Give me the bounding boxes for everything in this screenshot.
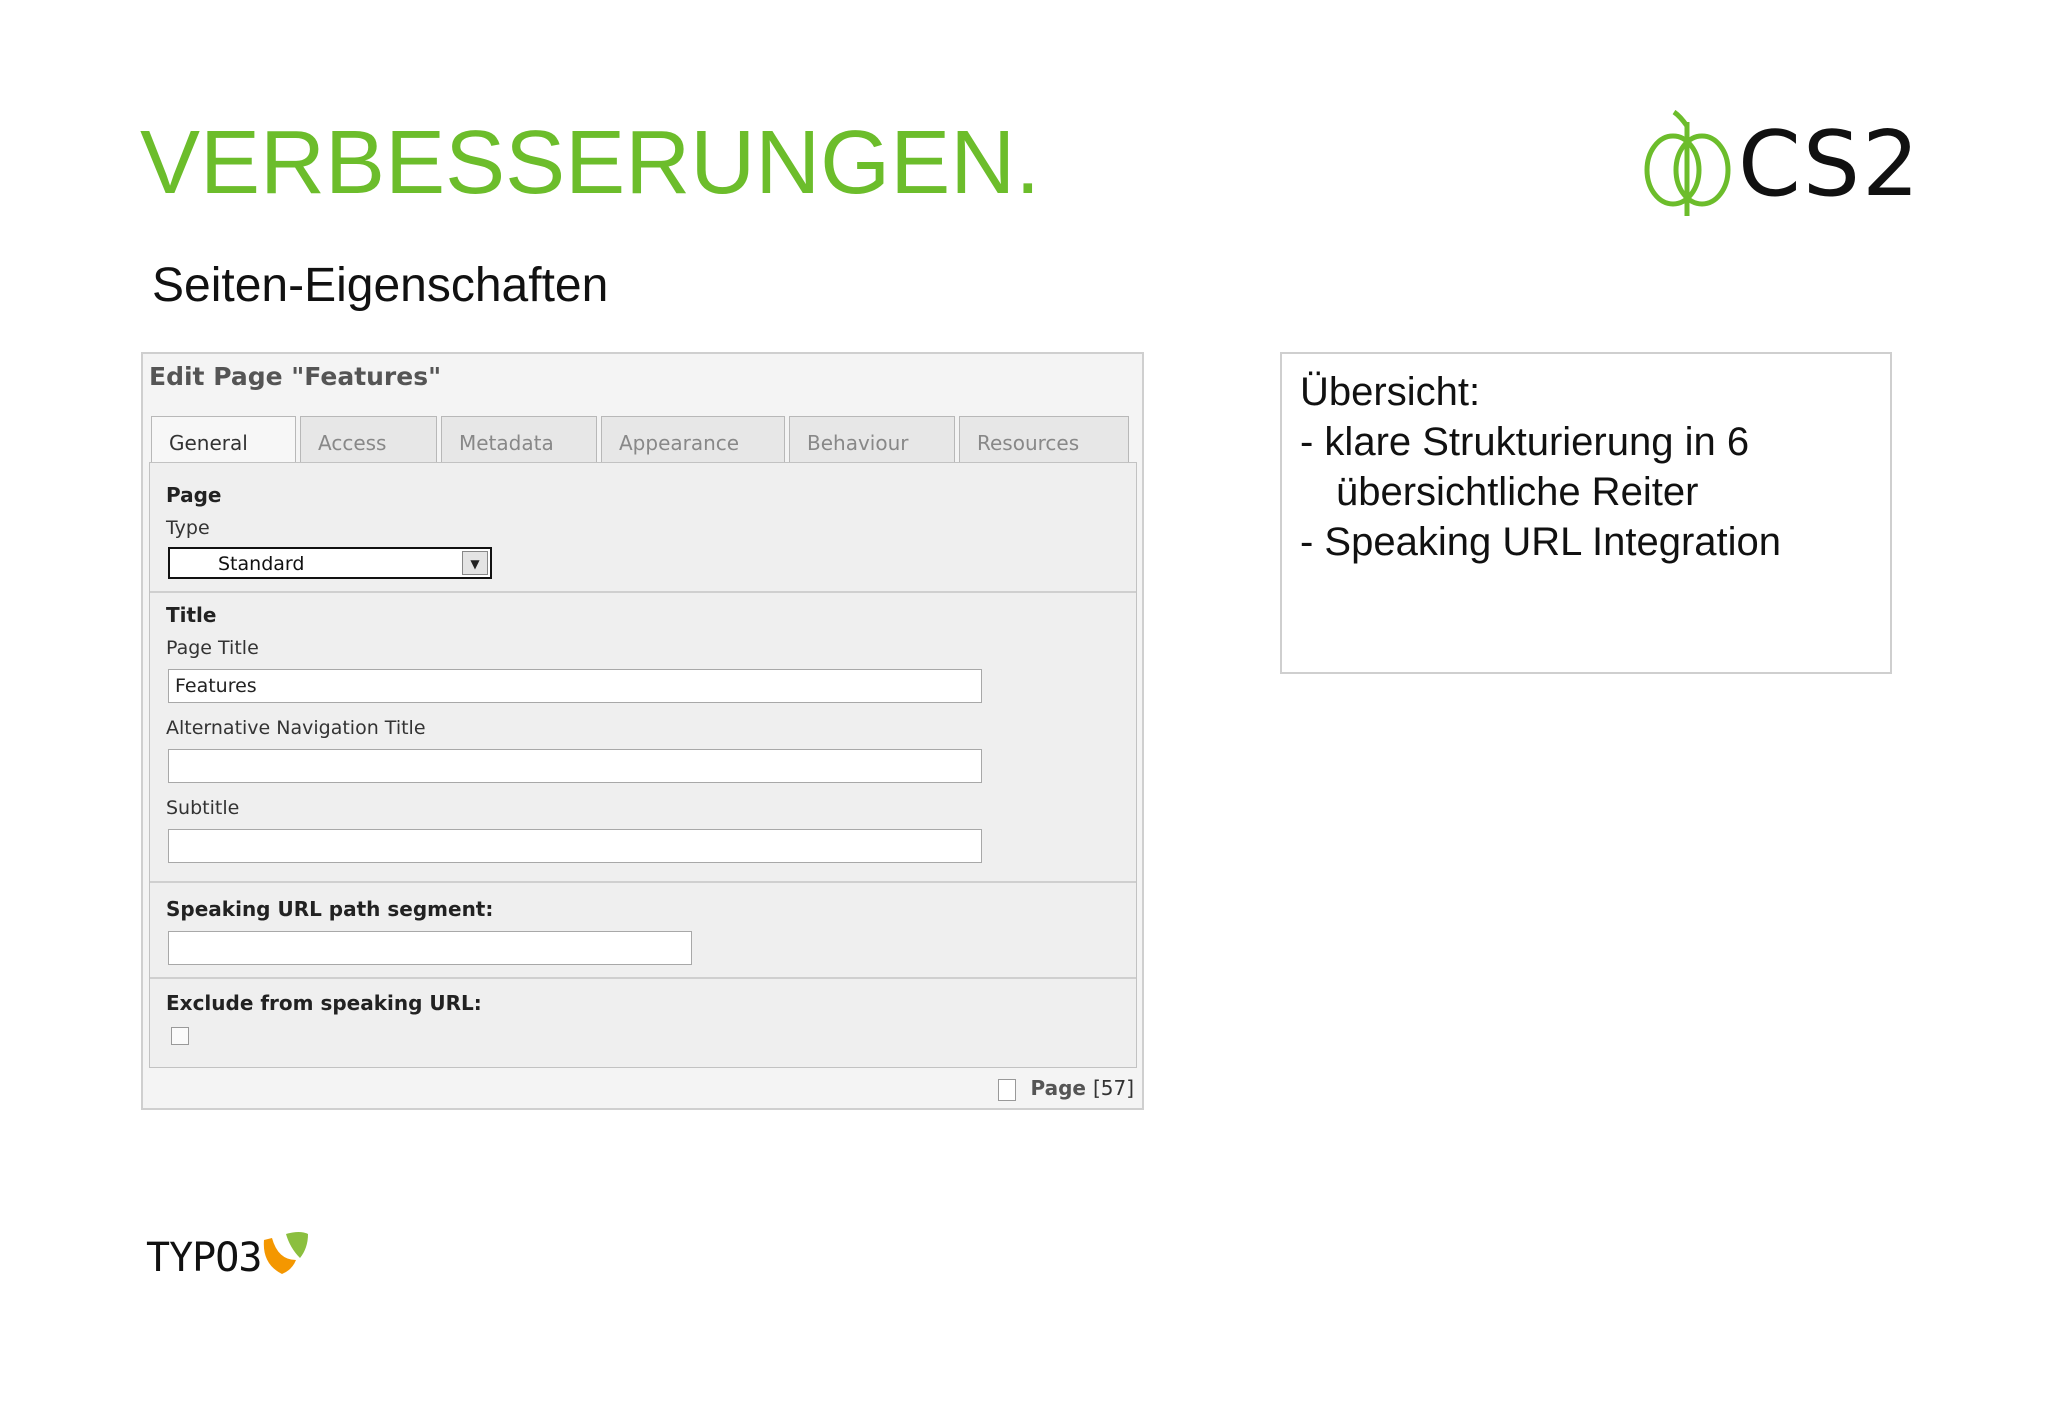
nav-title-label: Alternative Navigation Title bbox=[166, 717, 426, 739]
tab-appearance[interactable]: Appearance bbox=[601, 416, 785, 462]
typo3-logo-icon bbox=[263, 1232, 308, 1274]
page-footer: Page [57] bbox=[998, 1076, 1134, 1101]
page-section: Page Type Standard ▼ bbox=[150, 463, 1136, 593]
page-footer-id: [57] bbox=[1092, 1076, 1134, 1100]
page-type-select[interactable]: Standard ▼ bbox=[168, 547, 492, 579]
tab-behaviour[interactable]: Behaviour bbox=[789, 416, 955, 462]
page-type-value: Standard bbox=[218, 553, 305, 575]
chevron-down-icon[interactable]: ▼ bbox=[462, 551, 488, 575]
slide-title: VERBESSERUNGEN. bbox=[140, 113, 1041, 213]
page-icon bbox=[998, 1078, 1017, 1101]
form-area: Page Type Standard ▼ Title Page Title Al… bbox=[149, 462, 1137, 1068]
exclude-checkbox[interactable] bbox=[171, 1027, 189, 1045]
page-section-heading: Page bbox=[166, 483, 222, 507]
tab-metadata[interactable]: Metadata bbox=[441, 416, 597, 462]
type-label: Type bbox=[166, 517, 210, 539]
subtitle-input[interactable] bbox=[168, 829, 982, 863]
tab-resources[interactable]: Resources bbox=[959, 416, 1129, 462]
tab-access[interactable]: Access bbox=[300, 416, 437, 462]
typo3-logo-text: TYPO3 bbox=[146, 1235, 262, 1281]
title-section: Title Page Title Alternative Navigation … bbox=[150, 593, 1136, 883]
nav-title-input[interactable] bbox=[168, 749, 982, 783]
speaking-url-label: Speaking URL path segment: bbox=[166, 897, 494, 921]
tab-bar: General Access Metadata Appearance Behav… bbox=[151, 416, 1151, 466]
overview-box: Übersicht: - klare Strukturierung in 6 ü… bbox=[1280, 352, 1892, 674]
tab-general[interactable]: General bbox=[151, 416, 296, 466]
slide-subtitle: Seiten-Eigenschaften bbox=[152, 259, 609, 312]
speaking-url-section: Speaking URL path segment: bbox=[150, 883, 1136, 979]
exclude-section: Exclude from speaking URL: bbox=[150, 979, 1136, 1067]
overview-heading: Übersicht: bbox=[1300, 370, 1481, 414]
exclude-label: Exclude from speaking URL: bbox=[166, 991, 482, 1015]
panel-header: Edit Page "Features" bbox=[149, 362, 442, 391]
overview-item: übersichtliche Reiter bbox=[1336, 470, 1699, 514]
page-title-label: Page Title bbox=[166, 637, 259, 659]
speaking-url-input[interactable] bbox=[168, 931, 692, 965]
cs2-logo-text: CS2 bbox=[1738, 112, 1922, 217]
subtitle-label: Subtitle bbox=[166, 797, 240, 819]
overview-item: - Speaking URL Integration bbox=[1300, 520, 1782, 564]
page-title-input[interactable] bbox=[168, 669, 982, 703]
overview-item: - klare Strukturierung in 6 bbox=[1300, 420, 1750, 464]
page-footer-label: Page bbox=[1030, 1076, 1086, 1100]
title-section-heading: Title bbox=[166, 603, 217, 627]
edit-page-panel: Edit Page "Features" General Access Meta… bbox=[141, 352, 1144, 1110]
